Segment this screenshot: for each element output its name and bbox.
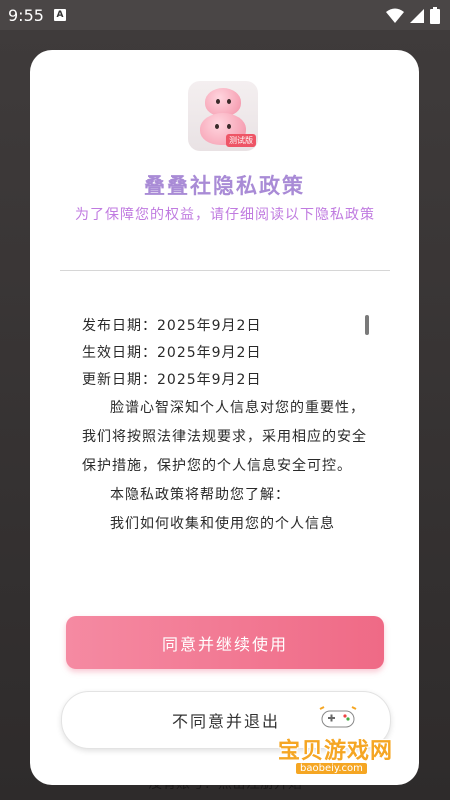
beta-badge: 测试版 [226,134,256,147]
app-logo: 测试版 [188,81,258,151]
status-time: 9:55 [8,5,44,25]
signal-icon [410,8,424,23]
gamepad-icon [319,706,357,728]
update-date: 更新日期：2025年9月2日 [82,372,262,388]
wifi-icon [386,8,404,23]
app-notification-icon: A [53,9,66,21]
policy-content-scroll[interactable]: 发布日期：2025年9月2日 生效日期：2025年9月2日 更新日期：2025年… [82,313,374,567]
site-watermark: 宝贝游戏网 baobeiy.com [278,705,428,775]
divider [60,270,390,271]
agree-continue-button[interactable]: 同意并继续使用 [66,616,384,669]
status-right [386,7,440,24]
content-scrollbar[interactable] [365,315,369,335]
watermark-text: 宝贝游戏网 [278,739,394,764]
policy-paragraph: 本隐私政策将帮助您了解： [110,487,290,503]
policy-paragraph: 脸谱心智深知个人信息对您的重要性，我们将按照法律法规要求，采用相应的安全保护措施… [82,400,367,474]
status-bar: 9:55 A [0,0,450,30]
mochi-top-icon [205,88,241,116]
dialog-subtitle: 为了保障您的权益，请仔细阅读以下隐私政策 [75,207,375,223]
dialog-title: 叠叠社隐私政策 [144,174,305,198]
battery-icon [430,7,440,24]
effective-date: 生效日期：2025年9月2日 [82,345,262,361]
watermark-url: baobeiy.com [296,763,367,774]
privacy-policy-dialog: 测试版 叠叠社隐私政策 为了保障您的权益，请仔细阅读以下隐私政策 发布日期：20… [30,50,419,785]
policy-paragraph: 我们如何收集和使用您的个人信息 [110,516,335,532]
publish-date: 发布日期：2025年9月2日 [82,318,262,334]
